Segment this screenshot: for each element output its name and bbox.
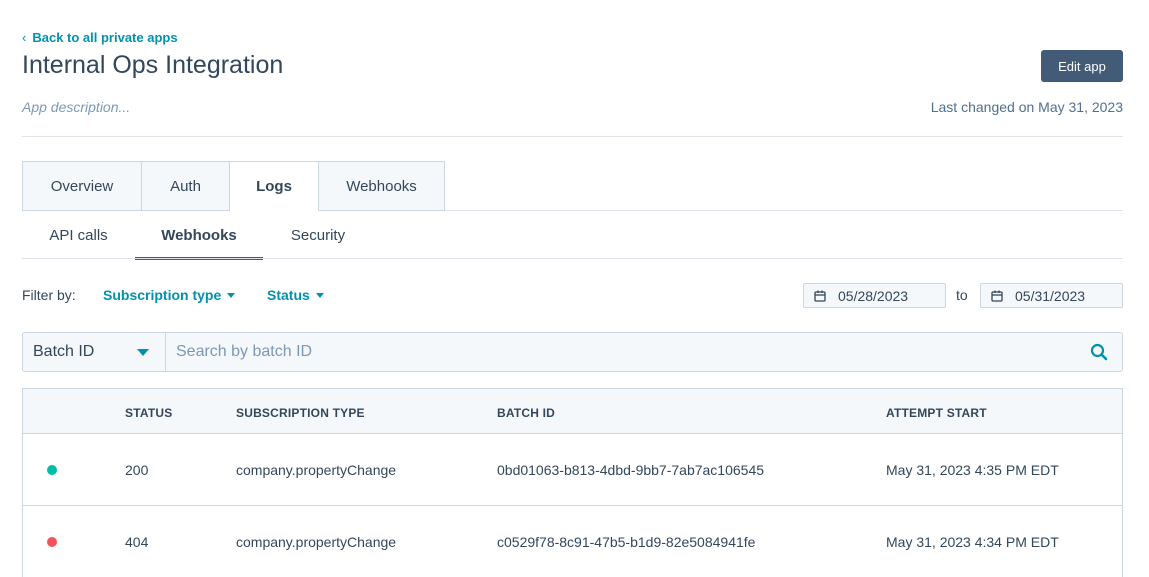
back-link[interactable]: ‹ Back to all private apps xyxy=(22,30,178,45)
subtab-webhooks[interactable]: Webhooks xyxy=(135,211,263,260)
batch-id-cell: c0529f78-8c91-47b5-b1d9-82e5084941fe xyxy=(497,534,756,550)
subtab-api-calls[interactable]: API calls xyxy=(22,211,135,259)
column-header-batch-id[interactable]: BATCH ID xyxy=(497,406,555,420)
caret-down-icon xyxy=(137,348,149,356)
date-range-to-label: to xyxy=(956,287,968,303)
tab-auth[interactable]: Auth xyxy=(142,161,230,211)
column-header-subscription-type[interactable]: SUBSCRIPTION TYPE xyxy=(236,406,365,420)
attempt-start-cell: May 31, 2023 4:35 PM EDT xyxy=(886,462,1059,478)
subtab-security[interactable]: Security xyxy=(263,211,373,259)
filter-by-label: Filter by: xyxy=(22,287,76,303)
last-changed-text: Last changed on May 31, 2023 xyxy=(930,99,1123,115)
date-to-input[interactable]: 05/31/2023 xyxy=(980,283,1123,308)
edit-app-button[interactable]: Edit app xyxy=(1041,50,1123,82)
table-row[interactable]: 200 company.propertyChange 0bd01063-b813… xyxy=(23,434,1122,506)
search-bar: Batch ID xyxy=(22,332,1123,372)
search-field-select-value: Batch ID xyxy=(33,343,95,360)
tabs-baseline xyxy=(445,210,1123,211)
subscription-type-cell: company.propertyChange xyxy=(236,462,397,478)
caret-down-icon xyxy=(315,292,324,298)
subscription-type-cell: company.propertyChange xyxy=(236,534,397,550)
status-dot-icon xyxy=(47,465,57,475)
main-tabs: Overview Auth Logs Webhooks xyxy=(22,161,445,211)
sub-tabs: API calls Webhooks Security xyxy=(22,211,373,260)
search-field-select[interactable]: Batch ID xyxy=(23,333,166,371)
status-filter-label: Status xyxy=(267,287,310,303)
header-divider xyxy=(22,136,1123,137)
webhook-logs-table: STATUS SUBSCRIPTION TYPE BATCH ID ATTEMP… xyxy=(22,388,1123,577)
tab-overview[interactable]: Overview xyxy=(22,161,142,211)
back-link-label: Back to all private apps xyxy=(32,30,178,45)
calendar-icon xyxy=(991,290,1003,302)
search-icon[interactable] xyxy=(1076,333,1122,371)
table-row[interactable]: 404 company.propertyChange c0529f78-8c91… xyxy=(23,506,1122,577)
date-from-value: 05/28/2023 xyxy=(838,287,909,304)
caret-down-icon xyxy=(227,292,236,298)
attempt-start-cell: May 31, 2023 4:34 PM EDT xyxy=(886,534,1059,550)
page-title: Internal Ops Integration xyxy=(22,51,284,79)
tab-logs[interactable]: Logs xyxy=(230,161,319,211)
subscription-type-filter[interactable]: Subscription type xyxy=(103,287,236,303)
column-header-attempt-start[interactable]: ATTEMPT START xyxy=(886,406,987,420)
batch-id-cell: 0bd01063-b813-4dbd-9bb7-7ab7ac106545 xyxy=(497,462,765,478)
tab-webhooks[interactable]: Webhooks xyxy=(319,161,445,211)
subtabs-baseline xyxy=(22,258,1123,259)
table-header: STATUS SUBSCRIPTION TYPE BATCH ID ATTEMP… xyxy=(23,389,1122,434)
status-filter[interactable]: Status xyxy=(267,287,324,303)
chevron-left-icon: ‹ xyxy=(22,30,27,45)
status-code: 404 xyxy=(125,534,149,550)
column-header-status[interactable]: STATUS xyxy=(125,406,172,420)
app-description[interactable]: App description... xyxy=(22,99,130,115)
subscription-type-filter-label: Subscription type xyxy=(103,287,222,303)
status-dot-icon xyxy=(47,537,57,547)
date-to-value: 05/31/2023 xyxy=(1015,287,1086,304)
status-code: 200 xyxy=(125,462,149,478)
search-input[interactable] xyxy=(166,333,1076,371)
date-from-input[interactable]: 05/28/2023 xyxy=(803,283,946,308)
calendar-icon xyxy=(814,290,826,302)
